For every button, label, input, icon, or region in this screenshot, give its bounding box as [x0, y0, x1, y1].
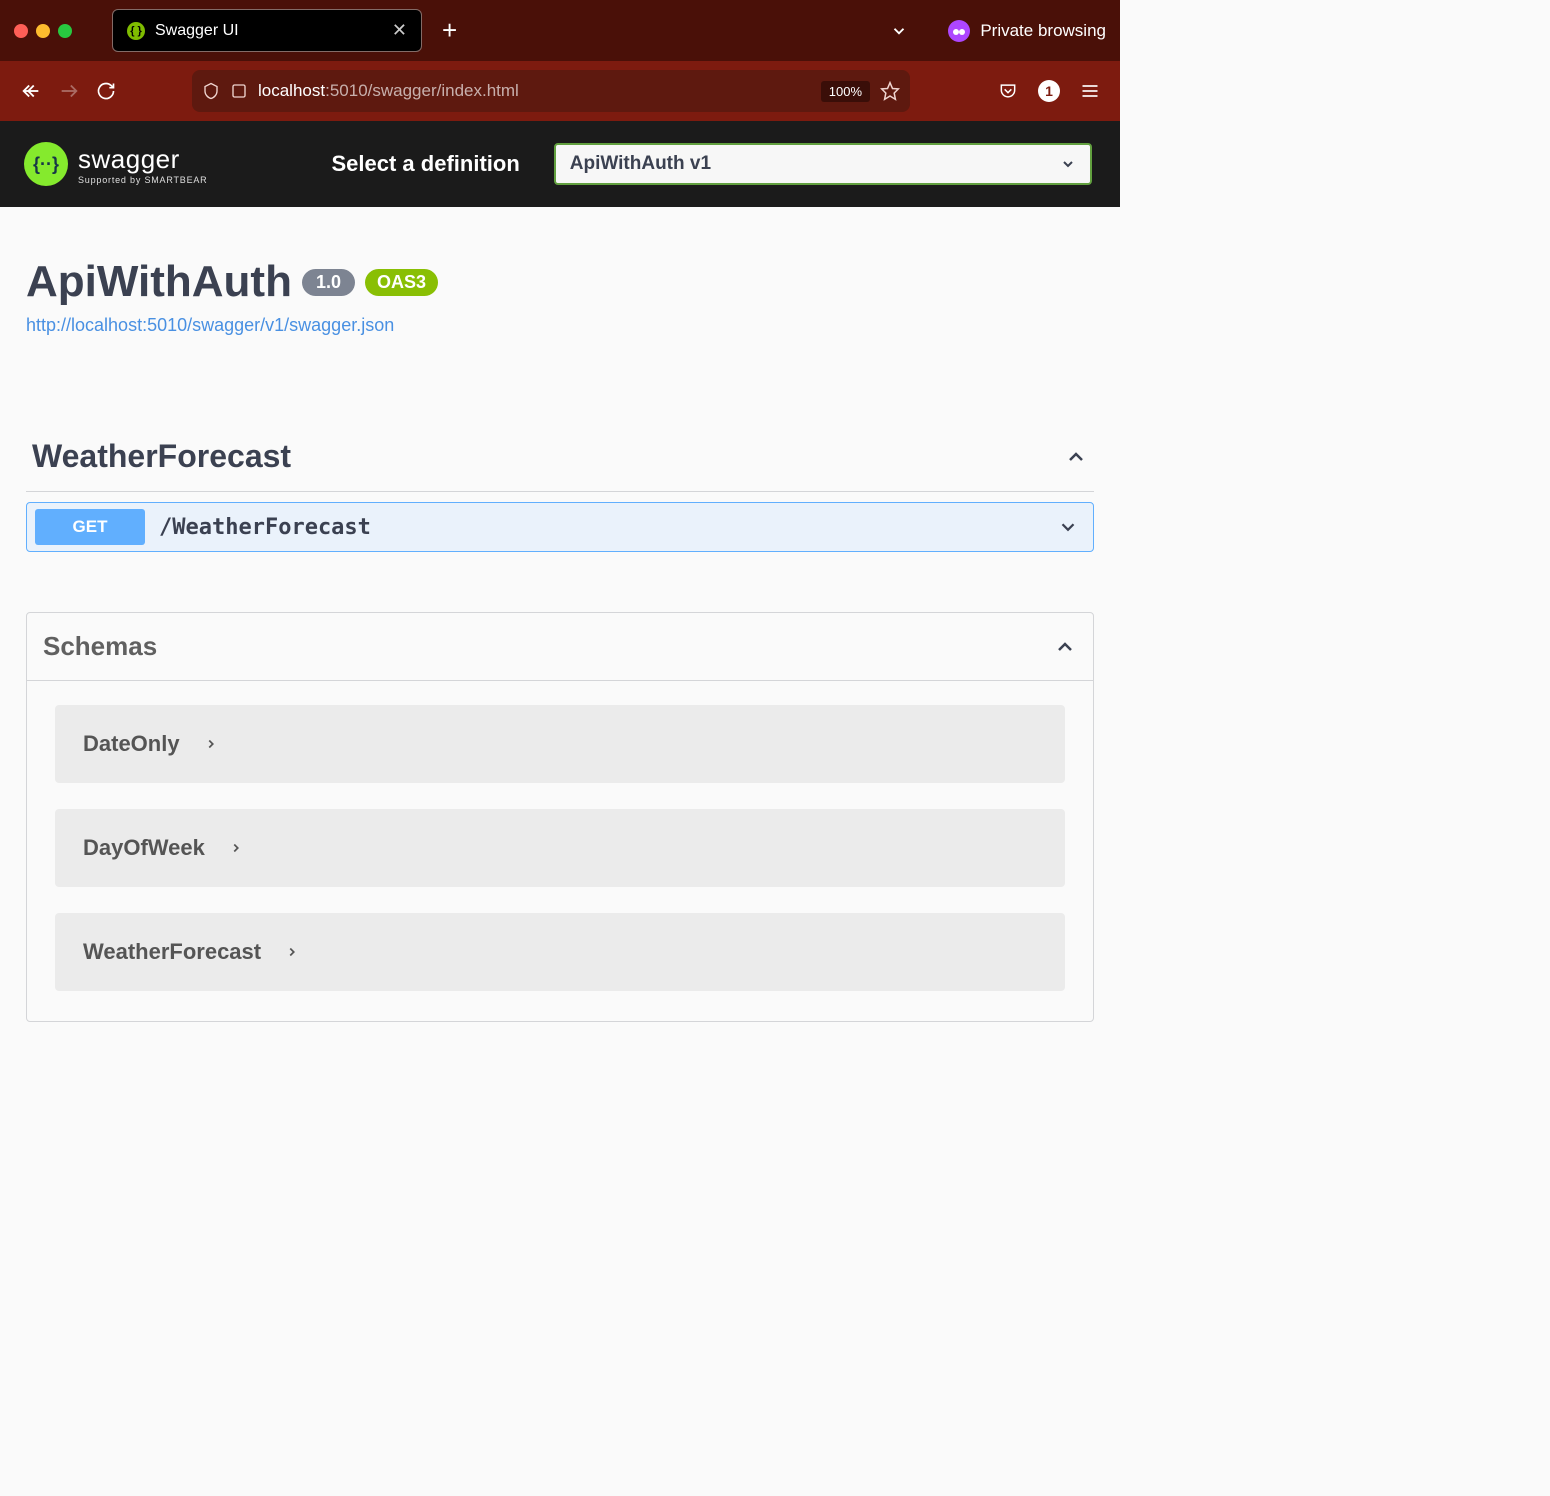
oas-badge: OAS3	[365, 269, 438, 296]
tab-overflow-button[interactable]	[890, 22, 908, 40]
schema-item[interactable]: DayOfWeek	[55, 809, 1065, 887]
browser-right-tools: Private browsing	[948, 20, 1106, 42]
menu-button[interactable]	[1080, 81, 1100, 101]
reload-button[interactable]	[96, 81, 116, 101]
definition-select[interactable]: ApiWithAuth v1	[554, 143, 1092, 185]
chevron-down-icon	[1060, 156, 1076, 172]
close-window-button[interactable]	[14, 24, 28, 38]
tag-section-header[interactable]: WeatherForecast	[26, 426, 1094, 492]
window-controls	[14, 24, 72, 38]
address-bar[interactable]: localhost :5010/swagger/index.html 100%	[192, 70, 910, 112]
pocket-icon[interactable]	[998, 81, 1018, 101]
close-tab-button[interactable]: ✕	[392, 20, 407, 41]
logo-text: swagger	[78, 144, 208, 175]
tag-name: WeatherForecast	[32, 438, 291, 475]
bookmark-star-icon[interactable]	[880, 81, 900, 101]
operation-path: /WeatherForecast	[159, 515, 1057, 540]
http-method-badge: GET	[35, 509, 145, 545]
chevron-down-icon	[1057, 516, 1079, 538]
site-info-icon[interactable]	[230, 82, 248, 100]
logo-subtext: Supported by SMARTBEAR	[78, 175, 208, 185]
maximize-window-button[interactable]	[58, 24, 72, 38]
shield-icon[interactable]	[202, 82, 220, 100]
version-badge: 1.0	[302, 269, 355, 296]
incognito-icon	[948, 20, 970, 42]
chevron-up-icon	[1064, 445, 1088, 469]
operation-block[interactable]: GET /WeatherForecast	[26, 502, 1094, 552]
swagger-topbar: {··} swagger Supported by SMARTBEAR Sele…	[0, 121, 1120, 207]
api-title: ApiWithAuth	[26, 257, 292, 307]
schemas-header[interactable]: Schemas	[27, 613, 1093, 681]
schemas-list: DateOnly DayOfWeek WeatherForecast	[27, 681, 1093, 1021]
toolbar-right: 1	[998, 80, 1100, 102]
chevron-right-icon	[229, 841, 243, 855]
notification-badge[interactable]: 1	[1038, 80, 1060, 102]
forward-button[interactable]	[58, 80, 80, 102]
browser-toolbar: localhost :5010/swagger/index.html 100% …	[0, 61, 1120, 121]
tab-strip: { } Swagger UI ✕ +	[112, 9, 938, 52]
schemas-container: Schemas DateOnly DayOfWeek WeatherForeca…	[26, 612, 1094, 1022]
chevron-up-icon	[1053, 635, 1077, 659]
schema-name: DateOnly	[83, 731, 180, 757]
minimize-window-button[interactable]	[36, 24, 50, 38]
api-info-header: ApiWithAuth 1.0 OAS3	[26, 257, 1094, 307]
private-browsing-label: Private browsing	[980, 21, 1106, 41]
schema-item[interactable]: WeatherForecast	[55, 913, 1065, 991]
schema-name: DayOfWeek	[83, 835, 205, 861]
swagger-logo-icon: {··}	[24, 142, 68, 186]
chevron-right-icon	[285, 945, 299, 959]
browser-tab-active[interactable]: { } Swagger UI ✕	[112, 9, 422, 52]
swagger-logo: {··} swagger Supported by SMARTBEAR	[24, 142, 208, 186]
schema-name: WeatherForecast	[83, 939, 261, 965]
new-tab-button[interactable]: +	[436, 15, 463, 46]
browser-tab-bar: { } Swagger UI ✕ + Private browsing	[0, 0, 1120, 61]
schema-item[interactable]: DateOnly	[55, 705, 1065, 783]
url-text: localhost :5010/swagger/index.html	[258, 81, 811, 101]
chevron-right-icon	[204, 737, 218, 751]
selected-definition: ApiWithAuth v1	[570, 153, 711, 175]
back-button[interactable]	[20, 80, 42, 102]
swagger-content: ApiWithAuth 1.0 OAS3 http://localhost:50…	[0, 207, 1120, 1062]
url-host: localhost	[258, 81, 325, 101]
url-path: :5010/swagger/index.html	[325, 81, 519, 101]
tab-title: Swagger UI	[155, 22, 382, 40]
schemas-title: Schemas	[43, 631, 157, 662]
spec-url-link[interactable]: http://localhost:5010/swagger/v1/swagger…	[26, 315, 1094, 336]
select-definition-label: Select a definition	[332, 151, 520, 177]
zoom-level-badge[interactable]: 100%	[821, 81, 870, 102]
swagger-favicon-icon: { }	[127, 22, 145, 40]
